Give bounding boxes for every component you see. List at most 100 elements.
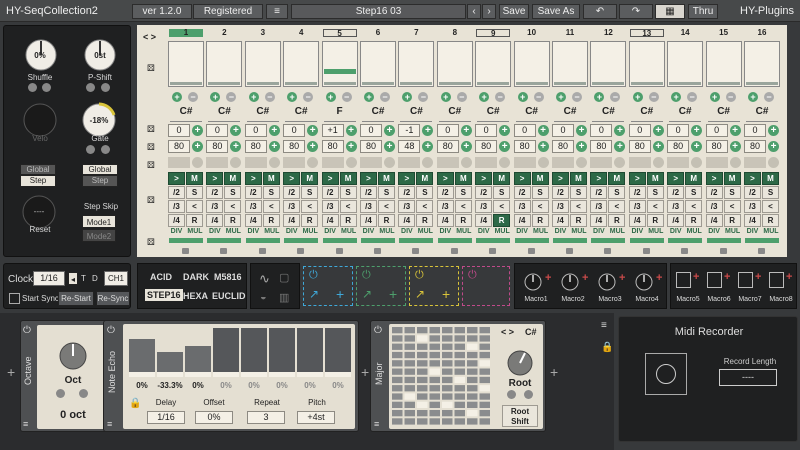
mode-step16-button[interactable]: STEP16 [145, 289, 183, 301]
undo-icon[interactable]: ↶ [583, 4, 617, 19]
grid-nav-arrows[interactable]: < > [143, 32, 156, 42]
div4-button[interactable]: /4 [436, 214, 454, 227]
step-oct[interactable]: 0 [705, 124, 728, 137]
step-prob-bar[interactable] [667, 157, 690, 168]
play-button[interactable]: > [628, 172, 646, 185]
repeat-button[interactable]: R [646, 214, 664, 227]
step-length-bar[interactable] [553, 238, 587, 243]
menu-icon[interactable]: ≡ [23, 419, 28, 429]
add-icon[interactable]: + [632, 92, 643, 102]
power-icon[interactable]: ⏻ [415, 269, 424, 282]
step-vel[interactable]: 80 [628, 140, 651, 153]
step-note[interactable]: F [322, 106, 358, 119]
echo-bar-slot[interactable] [269, 328, 295, 372]
step-prob-bar[interactable] [436, 157, 459, 168]
reverse-button[interactable]: < [762, 200, 779, 213]
edit-icon[interactable]: ↗ [362, 287, 372, 301]
step-note[interactable]: C# [283, 106, 319, 119]
step-number[interactable]: 2 [207, 29, 241, 37]
lock-icon[interactable] [412, 248, 420, 254]
div2-button[interactable]: /2 [360, 186, 377, 199]
play-button[interactable]: > [283, 172, 301, 185]
div3-button[interactable]: /3 [398, 200, 416, 213]
step-vel[interactable]: 80 [168, 140, 190, 153]
lock-icon[interactable] [182, 248, 189, 254]
mute-button[interactable]: M [493, 172, 511, 185]
menu-icon[interactable]: ≡ [107, 419, 112, 429]
macro-add-icon[interactable]: + [755, 271, 761, 283]
record-length-field[interactable]: ---- [719, 369, 777, 386]
add-icon[interactable]: + [748, 92, 758, 102]
step-bar-slot[interactable] [244, 41, 281, 87]
play-button[interactable]: > [667, 172, 685, 185]
prob-icon[interactable] [268, 157, 280, 168]
play-button[interactable]: > [552, 172, 569, 185]
root-knob[interactable] [505, 348, 535, 378]
play-button[interactable]: > [360, 172, 377, 185]
step-prob-bar[interactable] [398, 157, 421, 168]
vel-add-icon[interactable]: + [537, 141, 549, 152]
div4-button[interactable]: /4 [705, 214, 723, 227]
vel-add-icon[interactable]: + [614, 141, 626, 152]
step-number[interactable]: 13 [629, 29, 664, 38]
echo-bar-slot[interactable] [241, 328, 267, 372]
root-link-icon[interactable] [524, 390, 533, 399]
repeat-value[interactable]: 3 [247, 411, 285, 424]
step-length-bar[interactable] [245, 238, 280, 243]
step-oct[interactable]: 0 [244, 124, 267, 137]
slide-button[interactable]: S [339, 186, 357, 199]
step-length-bar[interactable] [668, 238, 703, 243]
shuffle-link-icon[interactable] [42, 83, 51, 92]
step-note[interactable]: C# [437, 106, 473, 119]
mul-label[interactable]: MUL [455, 228, 473, 235]
step-bar-slot[interactable] [628, 41, 665, 87]
div3-button[interactable]: /3 [360, 200, 377, 213]
link-icon[interactable]: − [380, 92, 390, 102]
slide-button[interactable]: S [570, 186, 587, 199]
div-label[interactable]: DIV [360, 228, 377, 235]
reverse-button[interactable]: < [339, 200, 357, 213]
redo-icon[interactable]: ↷ [619, 4, 653, 19]
add-icon[interactable]: + [479, 92, 490, 102]
link-icon[interactable]: − [648, 92, 659, 102]
oct-add-icon[interactable]: + [691, 125, 703, 136]
macro-button[interactable] [707, 272, 722, 288]
step-number[interactable]: 16 [745, 29, 779, 37]
div-label[interactable]: DIV [245, 228, 262, 235]
repeat-button[interactable]: R [454, 214, 472, 227]
step-vel[interactable]: 80 [436, 140, 459, 153]
gate-link-icon[interactable] [101, 145, 110, 154]
macro-button[interactable] [738, 272, 753, 288]
gate-global-button[interactable]: Global [82, 164, 118, 175]
div4-button[interactable]: /4 [360, 214, 377, 227]
preset-name[interactable]: Step16 03 [291, 4, 466, 19]
macro-add-icon[interactable]: + [656, 272, 662, 284]
div4-button[interactable]: /4 [168, 214, 185, 227]
step-prob-bar[interactable] [744, 157, 766, 168]
step-oct[interactable]: 0 [360, 124, 382, 137]
div-label[interactable]: DIV [706, 228, 723, 235]
play-button[interactable]: > [590, 172, 608, 185]
step-note[interactable]: C# [360, 106, 396, 119]
div-label[interactable]: DIV [744, 228, 761, 235]
reverse-button[interactable]: < [608, 200, 626, 213]
mode2-button[interactable]: Mode2 [82, 229, 116, 242]
lock-icon[interactable] [527, 248, 535, 254]
play-button[interactable]: > [744, 172, 761, 185]
div4-button[interactable]: /4 [628, 214, 646, 227]
step-bar-slot[interactable] [590, 41, 627, 87]
echo-bar-slot[interactable] [185, 328, 211, 372]
lock-icon[interactable] [604, 248, 612, 254]
vel-add-icon[interactable]: + [230, 141, 242, 152]
div-label[interactable]: DIV [590, 228, 607, 235]
prob-icon[interactable] [499, 157, 511, 168]
step-note[interactable]: C# [629, 106, 665, 119]
oct-add-icon[interactable]: + [345, 125, 357, 136]
prob-icon[interactable] [384, 157, 395, 168]
mode-dark-button[interactable]: DARK [183, 272, 209, 282]
link-icon[interactable]: − [341, 92, 352, 102]
step-prob-bar[interactable] [552, 157, 574, 168]
prob-icon[interactable] [652, 157, 664, 168]
vel-add-icon[interactable]: + [652, 141, 664, 152]
add-icon[interactable]: + [671, 92, 682, 102]
